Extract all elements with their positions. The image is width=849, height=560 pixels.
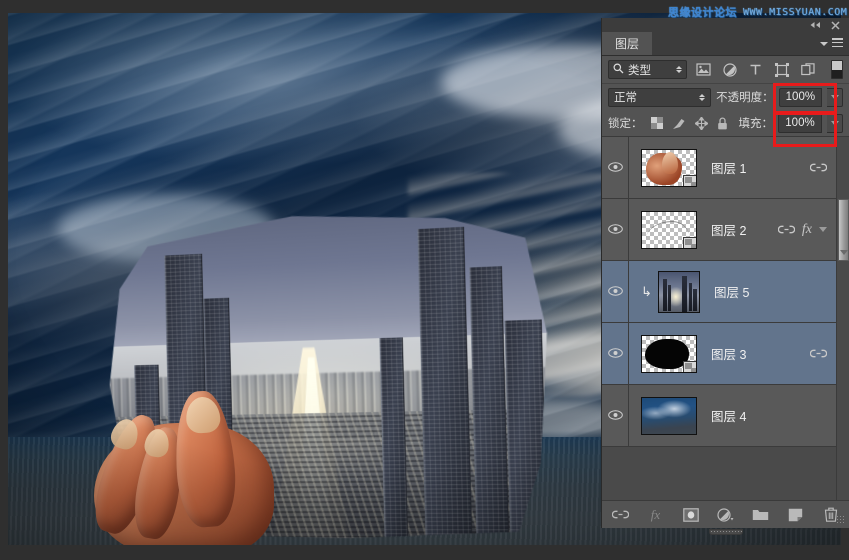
new-layer-icon[interactable] bbox=[787, 506, 805, 524]
scrollbar-thumb[interactable] bbox=[838, 199, 849, 261]
fill-value[interactable]: 100% bbox=[778, 113, 822, 133]
layer-thumbnail-wrap[interactable] bbox=[641, 210, 697, 249]
table-row[interactable]: ↳ 图层 5 bbox=[602, 261, 849, 323]
chevron-down-icon bbox=[830, 120, 839, 126]
layer-thumbnail[interactable] bbox=[641, 210, 697, 249]
layer-row-icons: fx bbox=[777, 222, 827, 238]
table-row[interactable]: 图层 4 bbox=[602, 385, 849, 447]
layer-row-icons bbox=[809, 347, 828, 361]
table-row[interactable]: 图层 2 fx bbox=[602, 199, 849, 261]
adjustment-layer-filter-icon[interactable] bbox=[720, 60, 739, 79]
layer-thumbnail-wrap[interactable] bbox=[641, 396, 697, 435]
layer-name[interactable]: 图层 2 bbox=[711, 220, 746, 239]
layer-list[interactable]: 图层 1 图层 2 fx ↳ 图层 5 图层 3 图层 4 bbox=[602, 136, 849, 500]
layer-list-scrollbar[interactable] bbox=[836, 137, 849, 500]
smart-object-badge bbox=[683, 236, 696, 248]
tab-layers[interactable]: 图层 bbox=[602, 32, 654, 55]
layer-thumbnail[interactable] bbox=[641, 148, 697, 187]
layer-row-icons bbox=[809, 161, 828, 175]
lock-all-icon[interactable] bbox=[717, 116, 728, 130]
eye-icon bbox=[607, 347, 623, 361]
chevron-down-icon[interactable] bbox=[819, 227, 827, 232]
eye-icon bbox=[607, 223, 623, 237]
search-icon bbox=[613, 63, 624, 77]
eye-icon bbox=[607, 409, 623, 423]
chevron-down-icon bbox=[830, 94, 839, 100]
tab-layers-label: 图层 bbox=[615, 37, 640, 51]
watermark-url: WWW.MISSYUAN.COM bbox=[743, 6, 848, 18]
blend-mode-value: 正常 bbox=[614, 92, 637, 104]
lock-row[interactable]: 锁定： 填充： 100% bbox=[602, 110, 849, 136]
filter-kind-select[interactable]: 类型 bbox=[608, 60, 687, 79]
link-icon[interactable] bbox=[809, 161, 828, 175]
smart-object-filter-icon[interactable] bbox=[798, 60, 817, 79]
panel-titlebar bbox=[601, 18, 849, 32]
panel-tab-row: 图层 bbox=[602, 32, 849, 56]
close-icon[interactable] bbox=[831, 20, 840, 30]
lock-icons-group bbox=[650, 116, 728, 130]
layers-panel[interactable]: 图层 类型 正常 不透明度： 100% 锁定： 填充： 100% 图层 1 图层… bbox=[601, 32, 849, 535]
layer-visibility-toggle[interactable] bbox=[602, 261, 629, 322]
lock-label: 锁定： bbox=[608, 118, 643, 130]
layer-name[interactable]: 图层 5 bbox=[714, 282, 749, 301]
layer-visibility-toggle[interactable] bbox=[602, 323, 629, 384]
hamburger-icon bbox=[832, 38, 843, 49]
layer-visibility-toggle[interactable] bbox=[602, 385, 629, 446]
add-layer-style-icon[interactable]: fx bbox=[647, 506, 665, 524]
filter-toggle-switch[interactable] bbox=[831, 60, 843, 79]
fill-dropdown-icon[interactable] bbox=[827, 113, 843, 133]
panel-resize-grip[interactable] bbox=[836, 515, 846, 525]
panel-drag-handle[interactable] bbox=[708, 529, 743, 535]
thumb-art-night-city bbox=[659, 271, 699, 312]
layer-thumbnail[interactable] bbox=[658, 270, 700, 313]
blend-mode-stepper[interactable] bbox=[699, 93, 706, 101]
filter-kind-stepper[interactable] bbox=[676, 66, 682, 73]
smart-object-badge bbox=[683, 174, 696, 186]
clipping-mask-arrow-icon: ↳ bbox=[641, 284, 652, 299]
photoshop-screenshot: 思缘设计论坛 WWW.MISSYUAN.COM 图层 类型 正常 不透明度： 1… bbox=[0, 0, 849, 560]
link-icon[interactable] bbox=[777, 223, 796, 237]
eye-icon bbox=[607, 161, 623, 175]
layer-thumbnail[interactable] bbox=[641, 334, 697, 373]
link-icon[interactable] bbox=[809, 347, 828, 361]
collapse-panel-icon[interactable] bbox=[809, 21, 822, 29]
chevron-down-icon bbox=[820, 41, 828, 46]
table-row[interactable]: 图层 3 bbox=[602, 323, 849, 385]
layer-visibility-toggle[interactable] bbox=[602, 199, 629, 260]
smart-object-badge bbox=[683, 360, 696, 372]
pixel-layer-filter-icon[interactable] bbox=[694, 60, 713, 79]
new-group-icon[interactable] bbox=[752, 506, 770, 524]
opacity-dropdown-icon[interactable] bbox=[827, 87, 843, 107]
eye-icon bbox=[607, 285, 623, 299]
thumb-art-sky-ocean bbox=[642, 397, 696, 434]
blend-mode-select[interactable]: 正常 bbox=[608, 87, 712, 107]
layer-thumbnail[interactable] bbox=[641, 396, 697, 435]
type-layer-filter-icon[interactable] bbox=[746, 60, 765, 79]
layer-name[interactable]: 图层 1 bbox=[711, 158, 746, 177]
opacity-label: 不透明度： bbox=[716, 92, 774, 104]
layer-effects-fx-icon[interactable]: fx bbox=[802, 222, 812, 238]
new-adjustment-layer-icon[interactable] bbox=[717, 506, 735, 524]
blend-mode-row[interactable]: 正常 不透明度： 100% bbox=[602, 84, 849, 110]
lock-position-icon[interactable] bbox=[694, 116, 708, 130]
lock-transparency-icon[interactable] bbox=[650, 117, 663, 129]
filter-kind-label: 类型 bbox=[628, 64, 651, 77]
link-layers-icon[interactable] bbox=[612, 506, 630, 524]
thumb-art-finger bbox=[662, 151, 678, 174]
opacity-value[interactable]: 100% bbox=[778, 87, 823, 107]
layer-name[interactable]: 图层 4 bbox=[711, 406, 746, 425]
layer-thumbnail-wrap[interactable]: ↳ bbox=[641, 270, 700, 313]
layer-name[interactable]: 图层 3 bbox=[711, 344, 746, 363]
fill-label: 填充： bbox=[738, 118, 774, 130]
layer-filter-row[interactable]: 类型 bbox=[602, 56, 849, 84]
layer-visibility-toggle[interactable] bbox=[602, 137, 629, 198]
layers-panel-toolbar[interactable]: fx bbox=[602, 500, 849, 535]
lock-image-pixels-icon[interactable] bbox=[672, 117, 686, 130]
shape-layer-filter-icon[interactable] bbox=[772, 60, 791, 79]
layer-thumbnail-wrap[interactable] bbox=[641, 148, 697, 187]
layer-thumbnail-wrap[interactable] bbox=[641, 334, 697, 373]
add-layer-mask-icon[interactable] bbox=[682, 506, 700, 524]
panel-menu-icon[interactable] bbox=[820, 38, 843, 49]
table-row[interactable]: 图层 1 bbox=[602, 137, 849, 199]
